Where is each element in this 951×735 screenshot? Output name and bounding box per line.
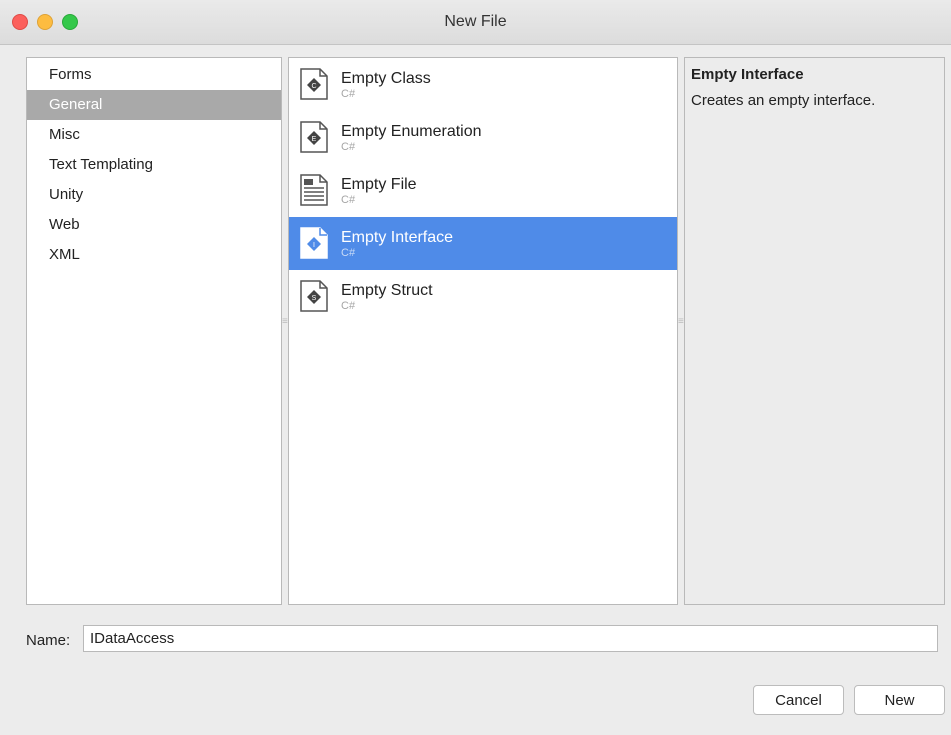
new-button[interactable]: New bbox=[854, 685, 945, 715]
splitter-handle[interactable]: ≡ bbox=[282, 317, 288, 334]
template-language: C# bbox=[341, 88, 356, 100]
splitter-handle[interactable]: ≡ bbox=[678, 317, 684, 334]
class-icon: C bbox=[300, 68, 328, 100]
svg-text:I: I bbox=[313, 242, 315, 249]
template-item-empty-struct[interactable]: S Empty Struct C# bbox=[289, 270, 677, 323]
template-item-empty-interface[interactable]: I Empty Interface C# bbox=[289, 217, 677, 270]
template-language: C# bbox=[341, 247, 356, 259]
template-name: Empty Struct bbox=[341, 282, 433, 299]
template-name: Empty File bbox=[341, 176, 417, 193]
category-item-misc[interactable]: Misc bbox=[27, 120, 281, 150]
template-name: Empty Class bbox=[341, 70, 431, 87]
category-item-general[interactable]: General bbox=[27, 90, 281, 120]
svg-text:S: S bbox=[312, 295, 317, 302]
template-list: C Empty Class C# E Empty Enumeration C# … bbox=[288, 57, 678, 605]
description-text: Creates an empty interface. bbox=[691, 92, 876, 109]
template-item-empty-enumeration[interactable]: E Empty Enumeration C# bbox=[289, 111, 677, 164]
category-label: Forms bbox=[49, 66, 92, 83]
category-list: Forms General Misc Text Templating Unity… bbox=[26, 57, 282, 605]
category-label: General bbox=[49, 96, 103, 113]
category-item-xml[interactable]: XML bbox=[27, 240, 281, 270]
window-title: New File bbox=[444, 13, 507, 30]
template-language: C# bbox=[341, 141, 356, 153]
description-pane: Empty Interface Creates an empty interfa… bbox=[684, 57, 945, 605]
template-name: Empty Enumeration bbox=[341, 123, 482, 140]
file-icon bbox=[300, 174, 328, 206]
enum-icon: E bbox=[300, 121, 328, 153]
name-input[interactable] bbox=[83, 625, 938, 652]
category-item-forms[interactable]: Forms bbox=[27, 60, 281, 90]
category-label: Misc bbox=[49, 126, 80, 143]
category-item-unity[interactable]: Unity bbox=[27, 180, 281, 210]
category-label: Text Templating bbox=[49, 156, 153, 173]
template-language: C# bbox=[341, 300, 356, 312]
category-label: XML bbox=[49, 246, 80, 263]
category-item-text-templating[interactable]: Text Templating bbox=[27, 150, 281, 180]
svg-text:C: C bbox=[311, 83, 316, 90]
name-label: Name: bbox=[26, 632, 71, 649]
category-label: Web bbox=[49, 216, 80, 233]
template-language: C# bbox=[341, 194, 356, 206]
template-name: Empty Interface bbox=[341, 229, 454, 246]
template-item-empty-file[interactable]: Empty File C# bbox=[289, 164, 677, 217]
description-title: Empty Interface bbox=[691, 66, 804, 83]
template-item-empty-class[interactable]: C Empty Class C# bbox=[289, 58, 677, 111]
category-item-web[interactable]: Web bbox=[27, 210, 281, 240]
cancel-button[interactable]: Cancel bbox=[753, 685, 844, 715]
category-label: Unity bbox=[49, 186, 84, 203]
svg-text:E: E bbox=[312, 136, 317, 143]
interface-icon: I bbox=[300, 227, 328, 259]
title-bar: New File bbox=[0, 0, 951, 45]
struct-icon: S bbox=[300, 280, 328, 312]
